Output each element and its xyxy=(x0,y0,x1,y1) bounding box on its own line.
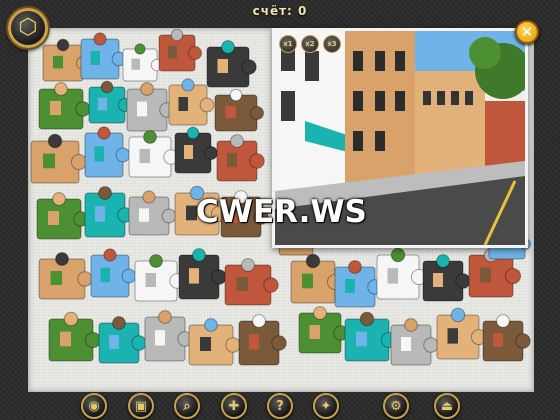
magic-button[interactable]: ✦ xyxy=(313,393,339,419)
watermark-text: CWER.WS xyxy=(196,194,367,230)
close-icon: ✕ xyxy=(520,23,534,41)
puzzle-piece[interactable] xyxy=(224,258,279,306)
puzzle-piece[interactable] xyxy=(48,311,102,362)
puzzle-piece[interactable] xyxy=(188,318,241,366)
hint-button[interactable]: ? xyxy=(267,393,293,419)
game-menu-icon: ⬡ xyxy=(18,15,38,40)
picture-button[interactable]: ▣ xyxy=(128,393,154,419)
settings-gear-icon: ⚙ xyxy=(390,398,402,414)
exit-button[interactable]: ⏏ xyxy=(434,393,460,419)
puzzle-piece[interactable] xyxy=(214,88,264,132)
puzzle-piece[interactable] xyxy=(334,260,383,308)
eye-button[interactable]: ◉ xyxy=(81,393,107,419)
settings-gear-button[interactable]: ⚙ xyxy=(383,393,409,419)
puzzle-piece[interactable] xyxy=(422,254,471,302)
puzzle-piece[interactable] xyxy=(128,130,179,178)
puzzle-piece[interactable] xyxy=(436,307,488,360)
puzzle-piece[interactable] xyxy=(344,311,398,362)
magic-icon: ✦ xyxy=(320,398,332,414)
puzzle-piece[interactable] xyxy=(206,40,257,88)
score-label: счёт: xyxy=(252,4,293,18)
puzzle-piece[interactable] xyxy=(30,133,88,184)
puzzle-piece[interactable] xyxy=(298,306,349,354)
magnifier-icon: ⌕ xyxy=(183,398,191,414)
puzzle-piece[interactable] xyxy=(134,254,185,302)
puzzle-piece[interactable] xyxy=(84,186,133,238)
puzzle-piece[interactable] xyxy=(376,247,428,300)
puzzle-piece[interactable] xyxy=(128,190,177,236)
puzzle-piece[interactable] xyxy=(98,316,147,364)
puzzle-piece[interactable] xyxy=(216,134,265,182)
puzzle-piece[interactable] xyxy=(36,192,89,240)
puzzle-piece[interactable] xyxy=(158,29,202,72)
bottom-toolbar: ◉ ▣ ⌕ ✚? ✦ ⚙ ⏏ xyxy=(0,392,560,420)
puzzle-piece[interactable] xyxy=(482,314,531,362)
puzzle-piece[interactable] xyxy=(238,314,287,366)
puzzle-piece[interactable] xyxy=(88,80,132,124)
puzzle-piece[interactable] xyxy=(178,248,227,300)
zoom-controls: x1 x2 x3 xyxy=(279,35,341,53)
puzzle-piece[interactable] xyxy=(144,310,193,362)
picture-icon: ▣ xyxy=(134,398,148,414)
puzzle-piece[interactable] xyxy=(84,126,131,178)
score-value: 0 xyxy=(298,4,308,18)
close-preview-button[interactable]: ✕ xyxy=(515,20,539,44)
exit-icon: ⏏ xyxy=(440,398,454,414)
zoom-x1-button[interactable]: x1 xyxy=(279,35,297,53)
puzzle-piece[interactable] xyxy=(38,252,93,300)
sort-edges-button[interactable]: ✚ xyxy=(221,393,247,419)
magnifier-button[interactable]: ⌕ xyxy=(174,393,200,419)
puzzle-piece[interactable] xyxy=(80,32,127,80)
menu-button[interactable]: ⬡ xyxy=(8,8,48,48)
puzzle-piece[interactable] xyxy=(38,82,91,130)
zoom-x3-button[interactable]: x3 xyxy=(323,35,341,53)
puzzle-piece[interactable] xyxy=(122,43,164,82)
eye-icon: ◉ xyxy=(88,398,100,414)
puzzle-piece[interactable] xyxy=(90,248,137,298)
zoom-x2-button[interactable]: x2 xyxy=(301,35,319,53)
puzzle-piece[interactable] xyxy=(174,126,218,174)
puzzle-piece[interactable] xyxy=(126,82,175,132)
sort-edges-icon: ✚ xyxy=(228,398,240,414)
hint-icon: ? xyxy=(276,398,284,414)
score-display: счёт: 0 xyxy=(0,4,560,18)
puzzle-piece[interactable] xyxy=(390,318,439,366)
